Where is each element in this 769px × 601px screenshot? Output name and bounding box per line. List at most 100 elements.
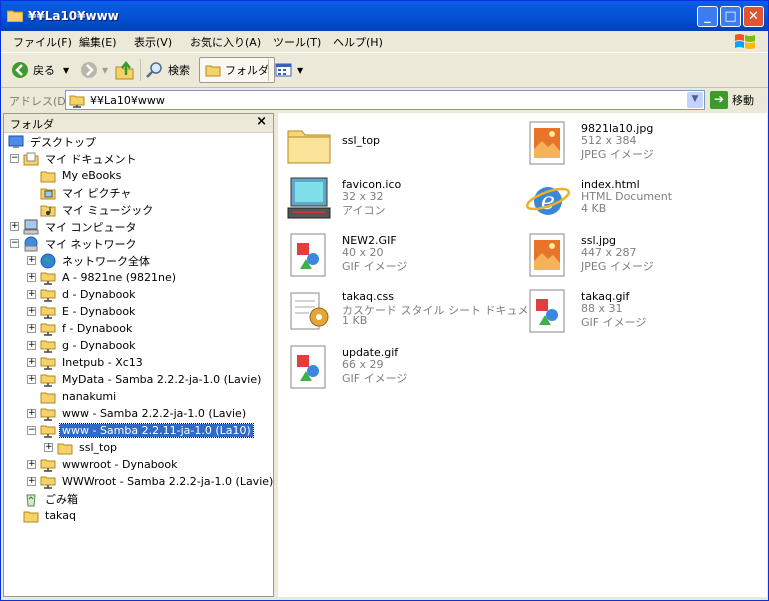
forward-dropdown-icon[interactable]: ▼ xyxy=(102,66,108,75)
file-type: GIF イメージ xyxy=(342,260,408,273)
search-button[interactable]: 検索 xyxy=(146,59,190,81)
file-tile-takaq-css[interactable]: takaq.css カスケード スタイル シート ドキュメント 1 KB xyxy=(285,287,551,339)
file-tile-ssl-jpg[interactable]: ssl.jpg 447 x 287 JPEG イメージ xyxy=(524,231,759,283)
tree-item-share-www-lavie[interactable]: + www - Samba 2.2.2-ja-1.0 (Lavie) xyxy=(27,405,248,422)
menu-help[interactable]: ヘルプ(H) xyxy=(333,34,383,50)
menu-tools[interactable]: ツール(T) xyxy=(273,34,321,50)
search-icon xyxy=(146,62,162,78)
toolbar: 戻る ▼ ▼ 検索 フォルダ ▼ xyxy=(1,53,768,88)
share-icon xyxy=(40,459,56,472)
tree-item-my-ebooks[interactable]: My eBooks xyxy=(27,167,123,184)
search-label: 検索 xyxy=(168,64,190,77)
tree-item-takaq[interactable]: takaq xyxy=(10,507,78,524)
tree-item-entire-network[interactable]: + ネットワーク全体 xyxy=(27,252,152,269)
go-button[interactable]: ➔ 移動 xyxy=(710,90,754,110)
file-tile-index-html[interactable]: e index.html HTML Document 4 KB xyxy=(524,175,759,227)
tree-item-label: ごみ箱 xyxy=(45,492,78,506)
address-dropdown-icon[interactable]: ▼ xyxy=(687,92,703,108)
tree-item-nanakumi[interactable]: nanakumi xyxy=(27,388,118,405)
share-icon xyxy=(40,272,56,285)
tree-item-my-music[interactable]: マイ ミュージック xyxy=(27,201,155,218)
tree-item-label: wwwroot - Dynabook xyxy=(62,458,178,471)
expand-icon[interactable]: + xyxy=(44,443,53,452)
share-icon xyxy=(40,323,56,336)
title-bar[interactable]: ¥¥La10¥www _ □ ✕ xyxy=(1,1,768,31)
tree-item-label: マイ ネットワーク xyxy=(45,237,137,251)
tree-item-share-d-dynabook[interactable]: + d - Dynabook xyxy=(27,286,137,303)
tree-item-share-wwwroot-lavie[interactable]: + WWWroot - Samba 2.2.2-ja-1.0 (Lavie) xyxy=(27,473,275,490)
music-icon xyxy=(40,205,56,216)
file-tile-ssl-top[interactable]: ssl_top xyxy=(285,119,520,171)
maximize-button[interactable]: □ xyxy=(720,6,741,27)
tree-item-my-computer[interactable]: + マイ コンピュータ xyxy=(10,218,139,235)
file-list-pane: ssl_top 9821la10.jpg 512 x 384 JPEG イメージ fav… xyxy=(278,113,767,597)
close-pane-icon[interactable]: × xyxy=(256,114,267,129)
address-input[interactable]: ¥¥La10¥www ▼ xyxy=(65,90,705,110)
recycle-icon xyxy=(26,494,36,506)
tree-item-share-mydata[interactable]: + MyData - Samba 2.2.2-ja-1.0 (Lavie) xyxy=(27,371,263,388)
tree-item-desktop[interactable]: デスクトップ xyxy=(8,133,98,150)
expand-icon[interactable]: + xyxy=(27,375,36,384)
folders-button[interactable]: フォルダ xyxy=(199,57,275,83)
collapse-icon[interactable]: − xyxy=(27,426,36,435)
expand-icon[interactable]: + xyxy=(27,307,36,316)
file-name: ssl_top xyxy=(342,134,381,147)
tree-item-ssl-top[interactable]: + ssl_top xyxy=(44,439,119,456)
expand-icon[interactable]: + xyxy=(27,358,36,367)
tree-item-label: takaq xyxy=(45,509,76,522)
menu-edit[interactable]: 編集(E) xyxy=(79,34,117,50)
tree-item-label: マイ ピクチャ xyxy=(62,186,132,200)
tree-item-label: www - Samba 2.2.2-ja-1.0 (Lavie) xyxy=(62,407,247,420)
close-button[interactable]: ✕ xyxy=(743,6,764,27)
up-folder-button[interactable] xyxy=(115,59,139,81)
collapse-icon[interactable]: − xyxy=(10,154,19,163)
file-tile-takaq-gif[interactable]: takaq.gif 88 x 31 GIF イメージ xyxy=(524,287,759,339)
forward-button[interactable]: ▼ xyxy=(80,59,108,81)
views-icon xyxy=(275,63,292,77)
tree-item-my-documents[interactable]: − マイ ドキュメント xyxy=(10,150,139,167)
expand-icon[interactable]: + xyxy=(27,273,36,282)
folders-label: フォルダ xyxy=(225,64,269,77)
folder-icon xyxy=(205,65,221,77)
tree-item-my-pictures[interactable]: マイ ピクチャ xyxy=(27,184,133,201)
expand-icon[interactable]: + xyxy=(27,477,36,486)
tree-item-share-a-9821ne[interactable]: + A - 9821ne (9821ne) xyxy=(27,269,178,286)
tree-item-share-inetpub[interactable]: + Inetpub - Xc13 xyxy=(27,354,145,371)
menu-file[interactable]: ファイル(F) xyxy=(13,34,72,50)
tree-item-my-network[interactable]: − マイ ネットワーク xyxy=(10,235,139,252)
views-button[interactable]: ▼ xyxy=(275,59,303,81)
file-tile-9821la10-jpg[interactable]: 9821la10.jpg 512 x 384 JPEG イメージ xyxy=(524,119,759,171)
file-tile-favicon-ico[interactable]: favicon.ico 32 x 32 アイコン xyxy=(285,175,520,227)
minimize-button[interactable]: _ xyxy=(697,6,718,27)
tree-item-recycle-bin[interactable]: ごみ箱 xyxy=(10,490,80,507)
tree-item-share-wwwroot-dynabook[interactable]: + wwwroot - Dynabook xyxy=(27,456,180,473)
tree-item-share-e-dynabook[interactable]: + E - Dynabook xyxy=(27,303,137,320)
expand-icon[interactable]: + xyxy=(27,290,36,299)
file-tile-new2-gif[interactable]: NEW2.GIF 40 x 20 GIF イメージ xyxy=(285,231,520,283)
share-icon xyxy=(40,340,56,353)
windows-logo-icon xyxy=(735,34,755,49)
expand-icon[interactable]: + xyxy=(27,341,36,350)
expand-icon[interactable]: + xyxy=(27,460,36,469)
toolbar-separator xyxy=(268,59,269,81)
back-button[interactable]: 戻る ▼ xyxy=(11,59,69,81)
folder-icon xyxy=(40,171,56,182)
tree-item-share-www-la10[interactable]: − www - Samba 2.2.11-ja-1.0 (La10) xyxy=(27,422,254,439)
collapse-icon[interactable]: − xyxy=(10,239,19,248)
menu-favorites[interactable]: お気に入り(A) xyxy=(190,34,261,50)
expand-icon[interactable]: + xyxy=(27,409,36,418)
tree-item-label: A - 9821ne (9821ne) xyxy=(62,271,177,284)
tree-item-share-f-dynabook[interactable]: + f - Dynabook xyxy=(27,320,134,337)
file-tile-update-gif[interactable]: update.gif 66 x 29 GIF イメージ xyxy=(285,343,520,395)
expand-icon[interactable]: + xyxy=(10,222,19,231)
explorer-window: ¥¥La10¥www _ □ ✕ ファイル(F) 編集(E) 表示(V) お気に… xyxy=(0,0,769,601)
expand-icon[interactable]: + xyxy=(27,324,36,333)
share-icon xyxy=(40,357,56,370)
share-icon xyxy=(40,476,56,489)
file-type: GIF イメージ xyxy=(342,372,408,385)
file-type: GIF イメージ xyxy=(581,316,647,329)
expand-icon[interactable]: + xyxy=(27,256,36,265)
tree-item-share-g-dynabook[interactable]: + g - Dynabook xyxy=(27,337,137,354)
menu-view[interactable]: 表示(V) xyxy=(134,34,172,50)
back-dropdown-icon[interactable]: ▼ xyxy=(63,66,69,75)
